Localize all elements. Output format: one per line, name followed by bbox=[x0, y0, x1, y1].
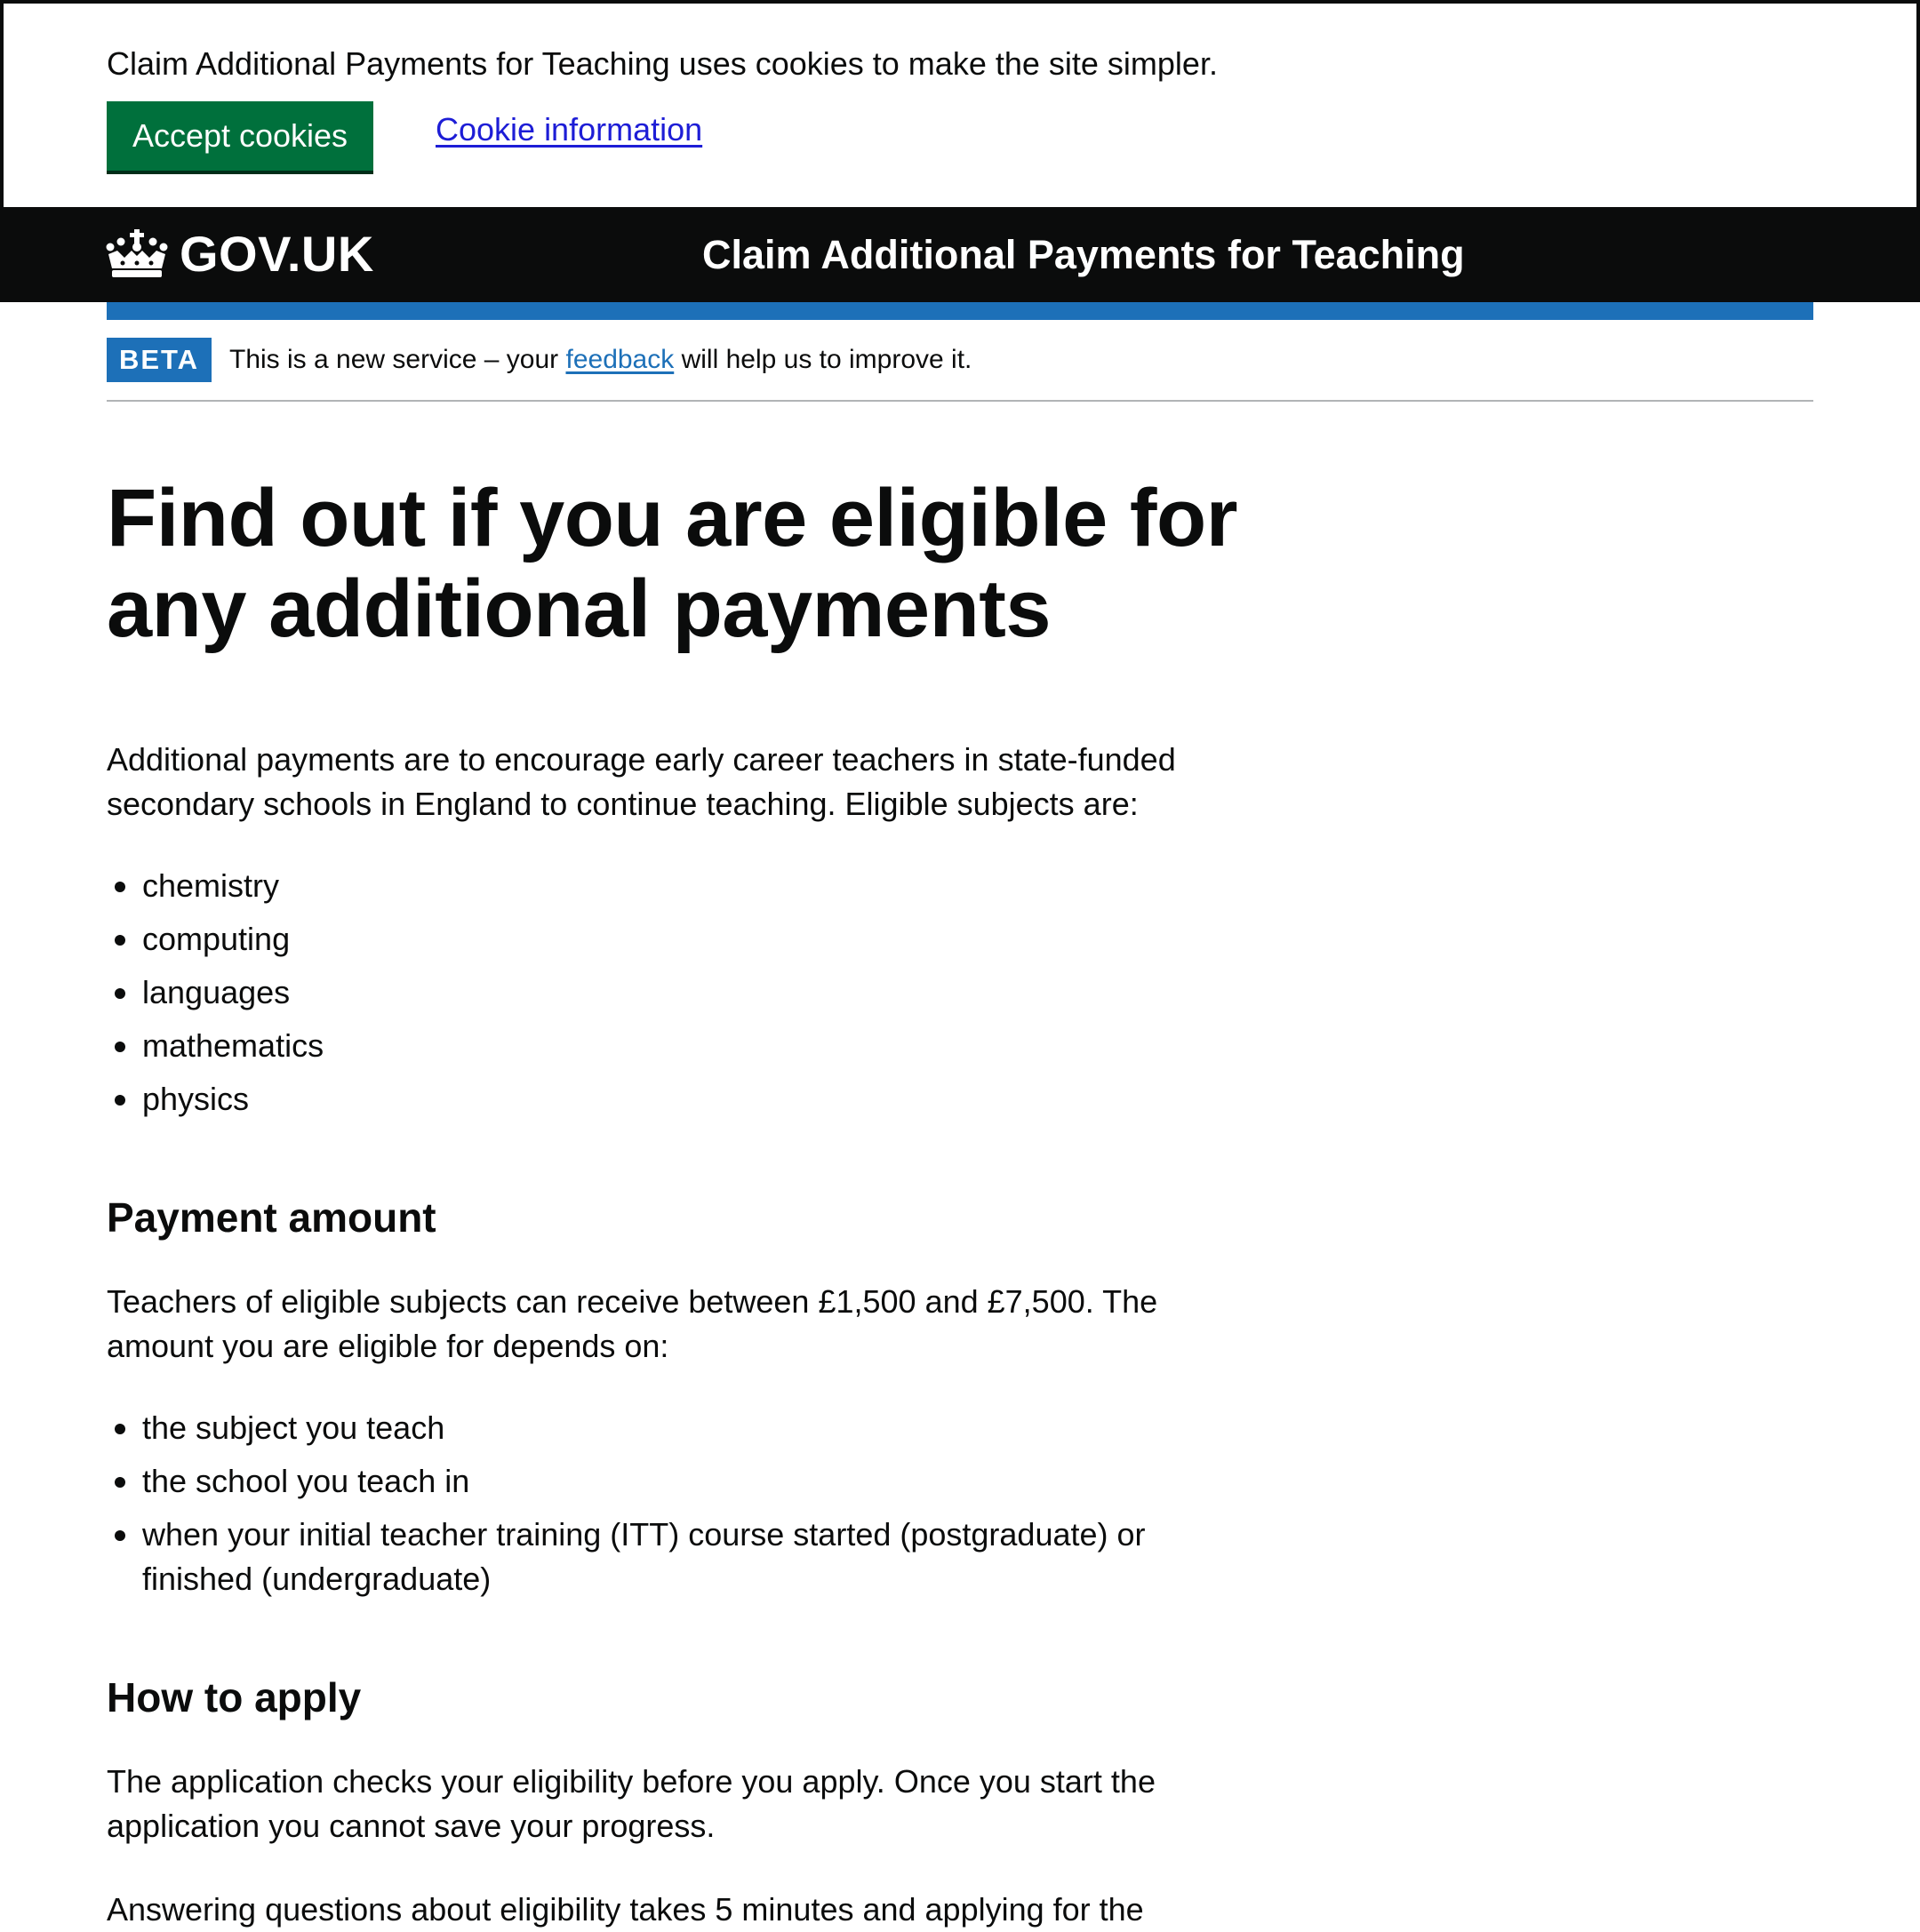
phase-banner: BETA This is a new service – your feedba… bbox=[107, 320, 1813, 402]
site-header: GOV.UK Claim Additional Payments for Tea… bbox=[0, 207, 1920, 302]
list-item: the school you teach in bbox=[107, 1459, 1244, 1504]
cookie-information-link[interactable]: Cookie information bbox=[436, 108, 702, 151]
phase-text-before: This is a new service – your bbox=[229, 345, 566, 374]
list-item: when your initial teacher training (ITT)… bbox=[107, 1513, 1244, 1601]
list-item: chemistry bbox=[107, 864, 1244, 908]
beta-tag: BETA bbox=[107, 338, 212, 382]
list-item: the subject you teach bbox=[107, 1406, 1244, 1450]
govuk-logo-link[interactable]: GOV.UK bbox=[105, 227, 374, 282]
feedback-link[interactable]: feedback bbox=[565, 345, 674, 374]
cookie-message: Claim Additional Payments for Teaching u… bbox=[107, 45, 1218, 82]
accept-cookies-button[interactable]: Accept cookies bbox=[107, 101, 373, 171]
list-item: physics bbox=[107, 1077, 1244, 1122]
list-item: languages bbox=[107, 970, 1244, 1015]
depends-on-list: the subject you teach the school you tea… bbox=[107, 1406, 1244, 1610]
list-item: mathematics bbox=[107, 1024, 1244, 1068]
payment-amount-heading: Payment amount bbox=[107, 1194, 436, 1241]
eligible-subjects-list: chemistry computing languages mathematic… bbox=[107, 864, 1244, 1130]
list-item: computing bbox=[107, 917, 1244, 962]
phase-banner-text: This is a new service – your feedback wi… bbox=[229, 341, 972, 379]
header-blue-bar bbox=[107, 302, 1813, 320]
how-to-apply-paragraph: The application checks your eligibility … bbox=[107, 1763, 1156, 1844]
intro-paragraph: Additional payments are to encourage ear… bbox=[107, 741, 1176, 822]
cookie-banner: Claim Additional Payments for Teaching u… bbox=[0, 0, 1920, 207]
how-to-apply-heading: How to apply bbox=[107, 1674, 362, 1720]
govuk-logo-text: GOV.UK bbox=[180, 226, 374, 282]
crown-icon bbox=[106, 229, 168, 277]
page-title: Find out if you are eligible for any add… bbox=[107, 473, 1238, 654]
eligibility-time-paragraph: Answering questions about eligibility ta… bbox=[107, 1891, 1144, 1928]
payment-amount-paragraph: Teachers of eligible subjects can receiv… bbox=[107, 1283, 1158, 1364]
service-name-link[interactable]: Claim Additional Payments for Teaching bbox=[702, 229, 1465, 281]
phase-text-after: will help us to improve it. bbox=[674, 345, 972, 374]
